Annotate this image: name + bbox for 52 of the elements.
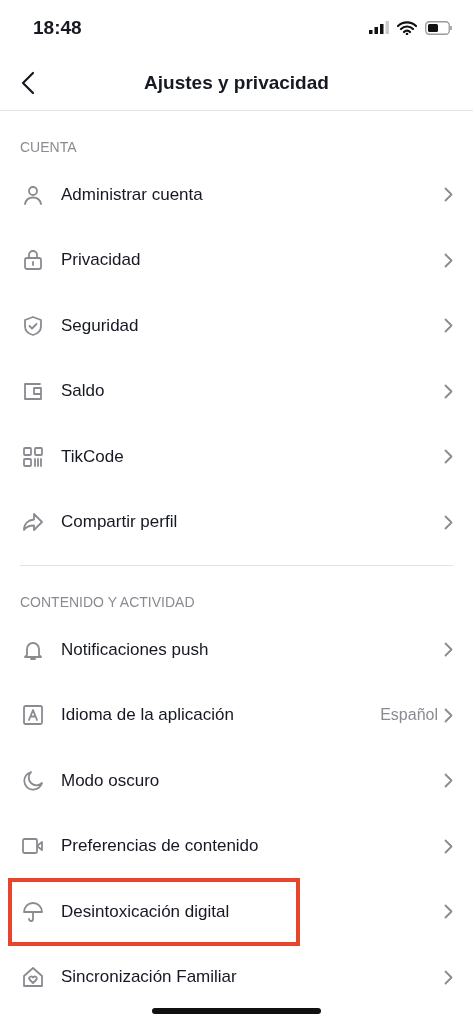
lock-icon xyxy=(21,248,45,273)
page-title: Ajustes y privacidad xyxy=(144,71,329,94)
row-label: Notificaciones push xyxy=(61,639,210,660)
row-label: Preferencias de contenido xyxy=(61,836,260,857)
chevron-icon xyxy=(444,318,453,334)
chevron-icon xyxy=(444,969,453,985)
row-label: Compartir perfil xyxy=(61,512,179,533)
section-title: CONTENIDO Y ACTIVIDAD xyxy=(19,593,196,612)
row-label: Sincronización Familiar xyxy=(61,967,238,988)
qr-code-icon xyxy=(21,444,45,469)
row-label: Idioma de la aplicación xyxy=(61,705,235,726)
row-label: Desintoxicación digital xyxy=(61,901,231,922)
wifi-icon xyxy=(397,20,417,35)
settings-row[interactable]: Desintoxicación digital xyxy=(0,879,473,945)
section-title: CUENTA xyxy=(19,138,78,157)
settings-row[interactable]: Sincronización Familiar xyxy=(0,944,473,1010)
row-label: Seguridad xyxy=(61,315,140,336)
letter-a-icon xyxy=(21,703,45,728)
row-label: Saldo xyxy=(61,381,106,402)
settings-row[interactable]: Notificaciones push xyxy=(0,617,473,683)
row-value: Español xyxy=(380,706,438,725)
shield-icon xyxy=(21,313,45,338)
moon-icon xyxy=(21,768,45,793)
chevron-icon xyxy=(444,514,453,530)
settings-row[interactable]: Seguridad xyxy=(0,293,473,359)
row-label: TikCode xyxy=(61,446,125,467)
chevron-icon xyxy=(444,707,453,723)
settings-row[interactable]: Administrar cuenta xyxy=(0,162,473,228)
settings-row[interactable]: Compartir perfil xyxy=(0,489,473,555)
settings-row[interactable]: TikCode xyxy=(0,424,473,490)
settings-row[interactable]: Preferencias de contenido xyxy=(0,813,473,879)
chevron-icon xyxy=(444,383,453,399)
chevron-icon xyxy=(444,642,453,658)
chevron-icon xyxy=(444,449,453,465)
status-time: 18:48 xyxy=(33,16,82,39)
settings-row[interactable]: Saldo xyxy=(0,358,473,424)
settings-row[interactable]: Privacidad xyxy=(0,227,473,293)
umbrella-icon xyxy=(21,899,45,924)
battery-icon xyxy=(425,20,453,35)
chevron-icon xyxy=(444,187,453,203)
chevron-icon xyxy=(444,904,453,920)
chevron-icon xyxy=(444,773,453,789)
signal-icon xyxy=(369,21,389,34)
house-heart-icon xyxy=(21,965,45,990)
chevron-icon xyxy=(444,838,453,854)
chevron-icon xyxy=(444,252,453,268)
row-label: Privacidad xyxy=(61,250,142,271)
settings-row[interactable]: Idioma de la aplicación Español xyxy=(0,682,473,748)
row-label: Administrar cuenta xyxy=(61,184,204,205)
back-button[interactable] xyxy=(20,71,36,95)
settings-row[interactable]: Modo oscuro xyxy=(0,748,473,814)
row-label: Modo oscuro xyxy=(61,770,161,791)
